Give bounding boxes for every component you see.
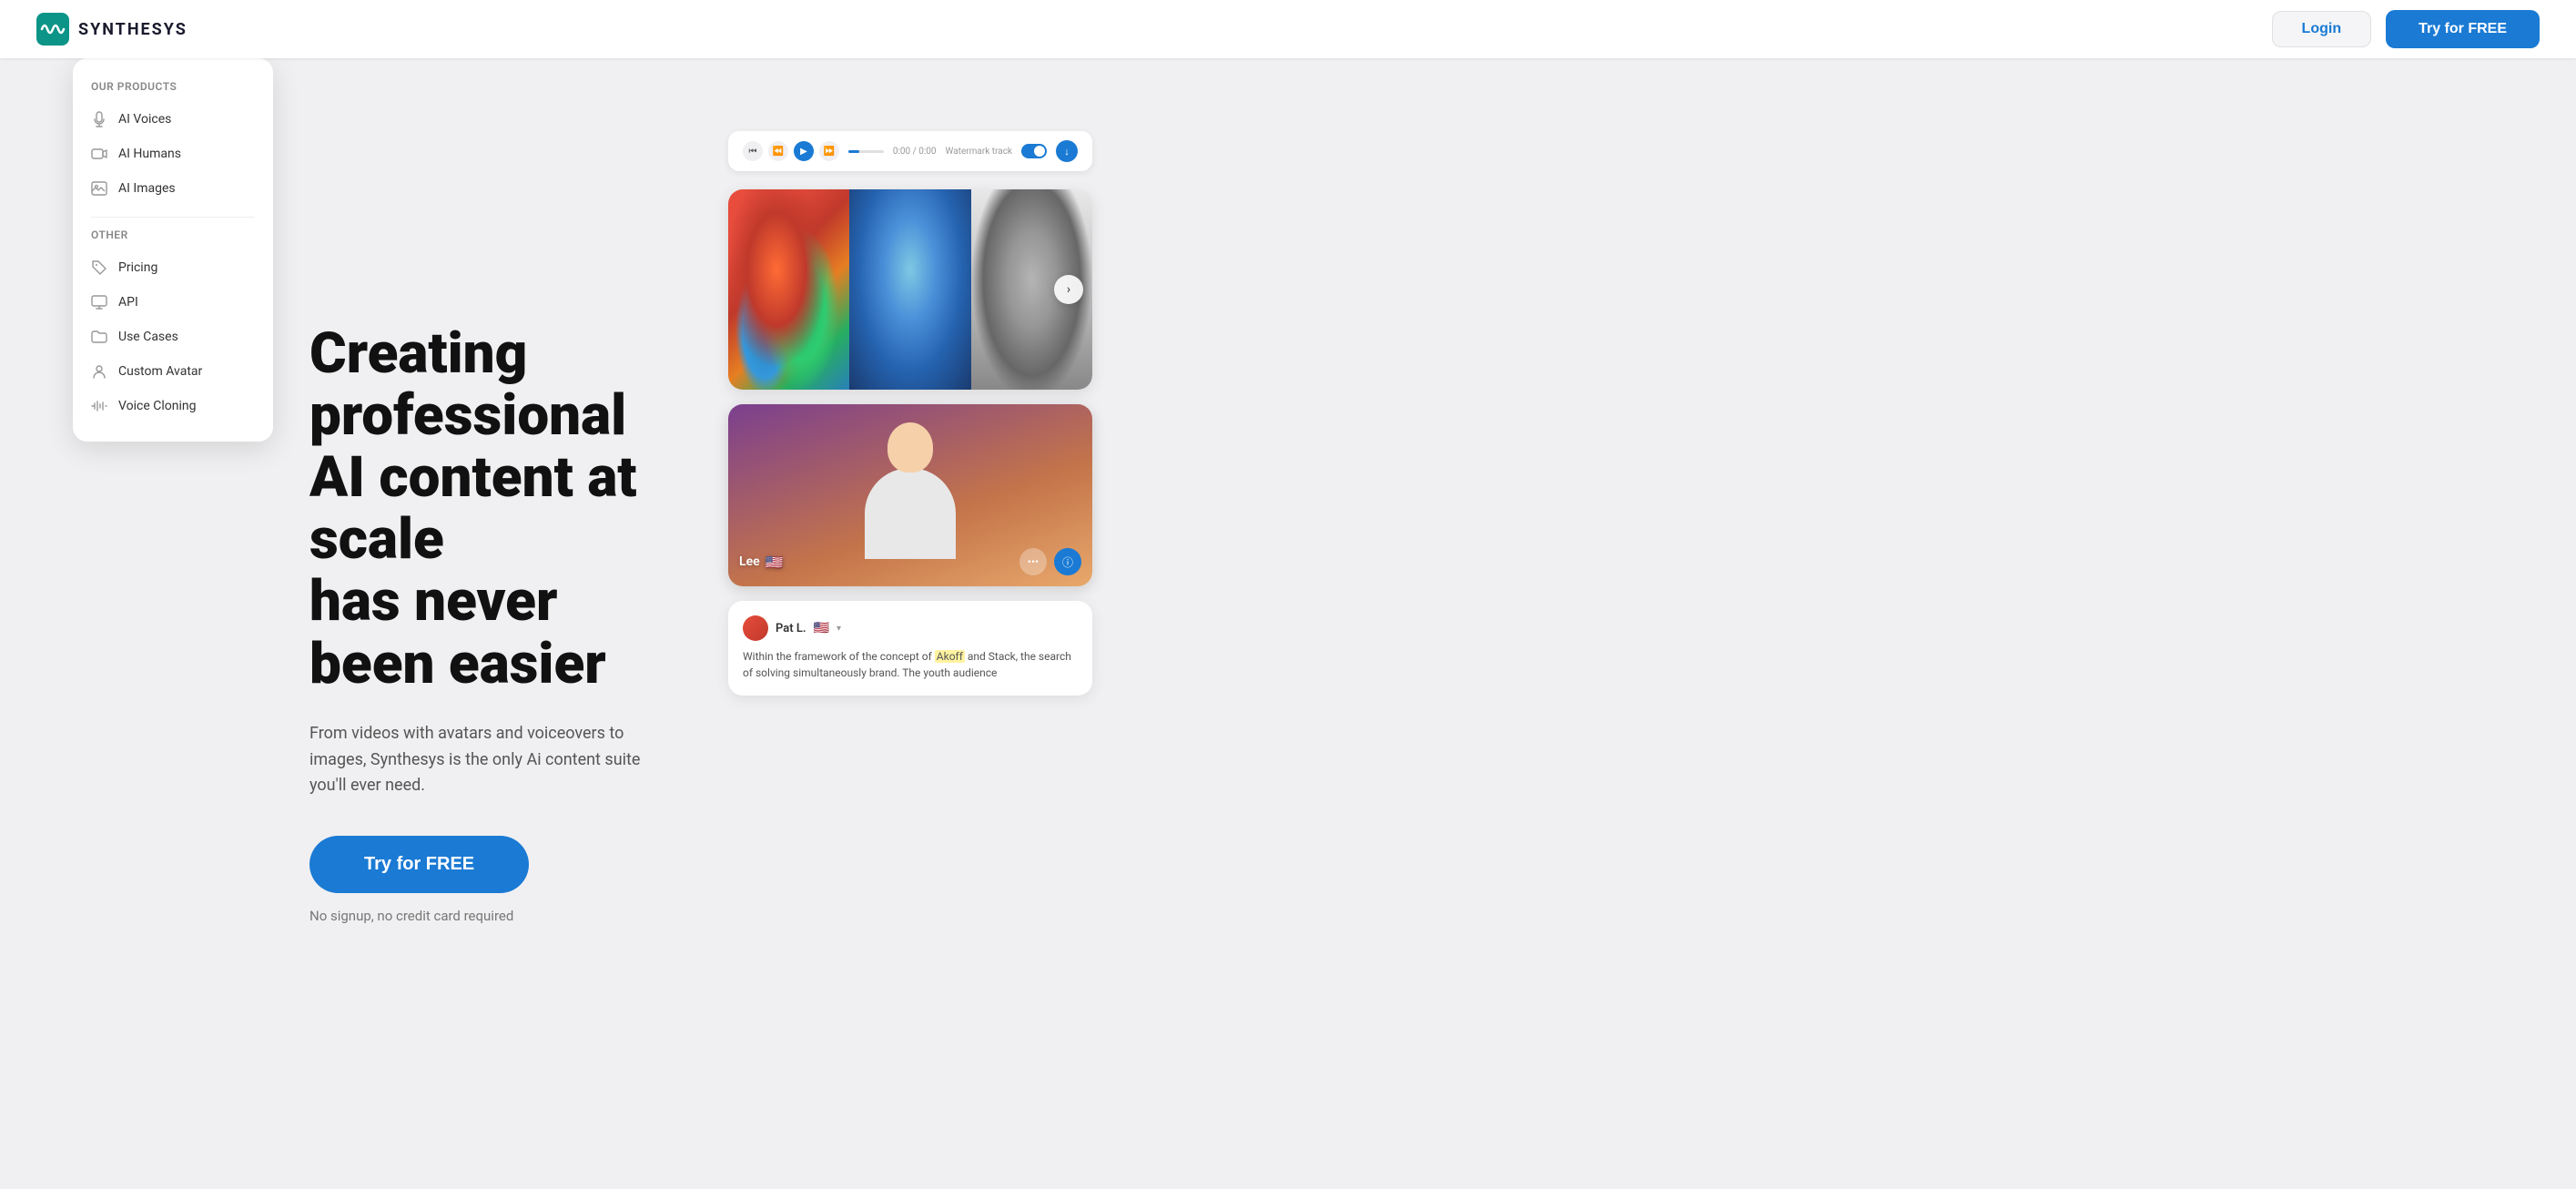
- video-progress: [848, 150, 859, 153]
- person-body: [865, 468, 956, 559]
- pat-header: Pat L. 🇺🇸 ▾: [743, 615, 1078, 641]
- pat-text: Within the framework of the concept of A…: [743, 648, 1078, 681]
- sidebar-item-voice-cloning[interactable]: Voice Cloning: [73, 389, 273, 423]
- avatar-flag: 🇺🇸: [766, 554, 784, 571]
- try-free-nav-button[interactable]: Try for FREE: [2386, 10, 2540, 48]
- highlight-akoff: Akoff: [935, 650, 965, 663]
- pricing-label: Pricing: [118, 260, 157, 275]
- avatar-label-bar: Lee 🇺🇸 ••• ⓘ: [739, 548, 1081, 575]
- image-grid-card: ›: [728, 189, 1092, 390]
- dropdown-menu: Our products AI Voices AI Humans AI Imag…: [73, 58, 273, 442]
- pat-flag: 🇺🇸: [814, 621, 829, 635]
- video-track[interactable]: [848, 150, 884, 153]
- sidebar-item-custom-avatar[interactable]: Custom Avatar: [73, 354, 273, 389]
- login-button[interactable]: Login: [2272, 11, 2372, 47]
- tag-icon: [91, 259, 107, 276]
- voice-cloning-label: Voice Cloning: [118, 399, 196, 413]
- avatar-controls: ••• ⓘ: [1019, 548, 1081, 575]
- video-controls: ⏮ ⏪ ▶ ⏩: [743, 141, 839, 161]
- ai-voices-label: AI Voices: [118, 112, 171, 127]
- image-icon: [91, 180, 107, 197]
- step-forward-button[interactable]: ⏩: [819, 141, 839, 161]
- chevron-down-icon: ▾: [837, 624, 841, 634]
- right-panel: ⏮ ⏪ ▶ ⏩ 0:00 / 0:00 Watermark track ↓: [728, 58, 1111, 1189]
- pat-avatar: [743, 615, 768, 641]
- hero-subtitle: From videos with avatars and voiceovers …: [309, 721, 674, 799]
- video-icon: [91, 146, 107, 162]
- rewind-button[interactable]: ⏮: [743, 141, 763, 161]
- next-arrow-button[interactable]: ›: [1054, 275, 1083, 304]
- avatar-info-button[interactable]: ⓘ: [1054, 548, 1081, 575]
- logo-icon: [36, 13, 69, 46]
- watermark-toggle[interactable]: [1021, 144, 1047, 158]
- avatar-name: Lee 🇺🇸: [739, 554, 784, 571]
- logo[interactable]: SYNTHESYS: [36, 13, 188, 46]
- video-time: 0:00 / 0:00: [893, 147, 937, 157]
- hero-title: Creating professional AI content at scal…: [309, 323, 674, 696]
- image-cell-parrot: [728, 189, 849, 390]
- sidebar-item-use-cases[interactable]: Use Cases: [73, 320, 273, 354]
- step-back-button[interactable]: ⏪: [768, 141, 788, 161]
- mic-icon: [91, 111, 107, 127]
- monitor-icon: [91, 294, 107, 310]
- waveform-icon: [91, 398, 107, 414]
- sidebar-item-pricing[interactable]: Pricing: [73, 250, 273, 285]
- ai-images-label: AI Images: [118, 181, 176, 196]
- image-grid: [728, 189, 1092, 390]
- logo-text: SYNTHESYS: [78, 20, 188, 39]
- avatar-more-button[interactable]: •••: [1019, 548, 1047, 575]
- person-head: [887, 422, 933, 473]
- api-label: API: [118, 295, 138, 310]
- ai-humans-label: AI Humans: [118, 147, 181, 161]
- sidebar-item-ai-humans[interactable]: AI Humans: [73, 137, 273, 171]
- watermark-label: Watermark track: [946, 147, 1012, 157]
- folder-icon: [91, 329, 107, 345]
- menu-divider: [91, 217, 255, 218]
- pat-card: Pat L. 🇺🇸 ▾ Within the framework of the …: [728, 601, 1092, 696]
- custom-avatar-label: Custom Avatar: [118, 364, 202, 379]
- products-section-label: Our products: [73, 80, 273, 102]
- avatar-card: Lee 🇺🇸 ••• ⓘ: [728, 404, 1092, 586]
- download-button[interactable]: ↓: [1056, 140, 1078, 162]
- sidebar-item-ai-voices[interactable]: AI Voices: [73, 102, 273, 137]
- navbar-actions: Login Try for FREE: [2272, 10, 2540, 48]
- no-signup-text: No signup, no credit card required: [309, 908, 674, 924]
- video-bar: ⏮ ⏪ ▶ ⏩ 0:00 / 0:00 Watermark track ↓: [728, 131, 1092, 171]
- sidebar-item-ai-images[interactable]: AI Images: [73, 171, 273, 206]
- person-icon: [91, 363, 107, 380]
- image-cell-rose: [849, 189, 970, 390]
- navbar: SYNTHESYS Login Try for FREE: [0, 0, 2576, 58]
- play-button[interactable]: ▶: [794, 141, 814, 161]
- main-container: Creating professional AI content at scal…: [0, 0, 2576, 1189]
- sidebar-item-api[interactable]: API: [73, 285, 273, 320]
- try-free-hero-button[interactable]: Try for FREE: [309, 836, 529, 893]
- use-cases-label: Use Cases: [118, 330, 178, 344]
- pat-name: Pat L.: [776, 622, 806, 635]
- other-section-label: Other: [73, 229, 273, 250]
